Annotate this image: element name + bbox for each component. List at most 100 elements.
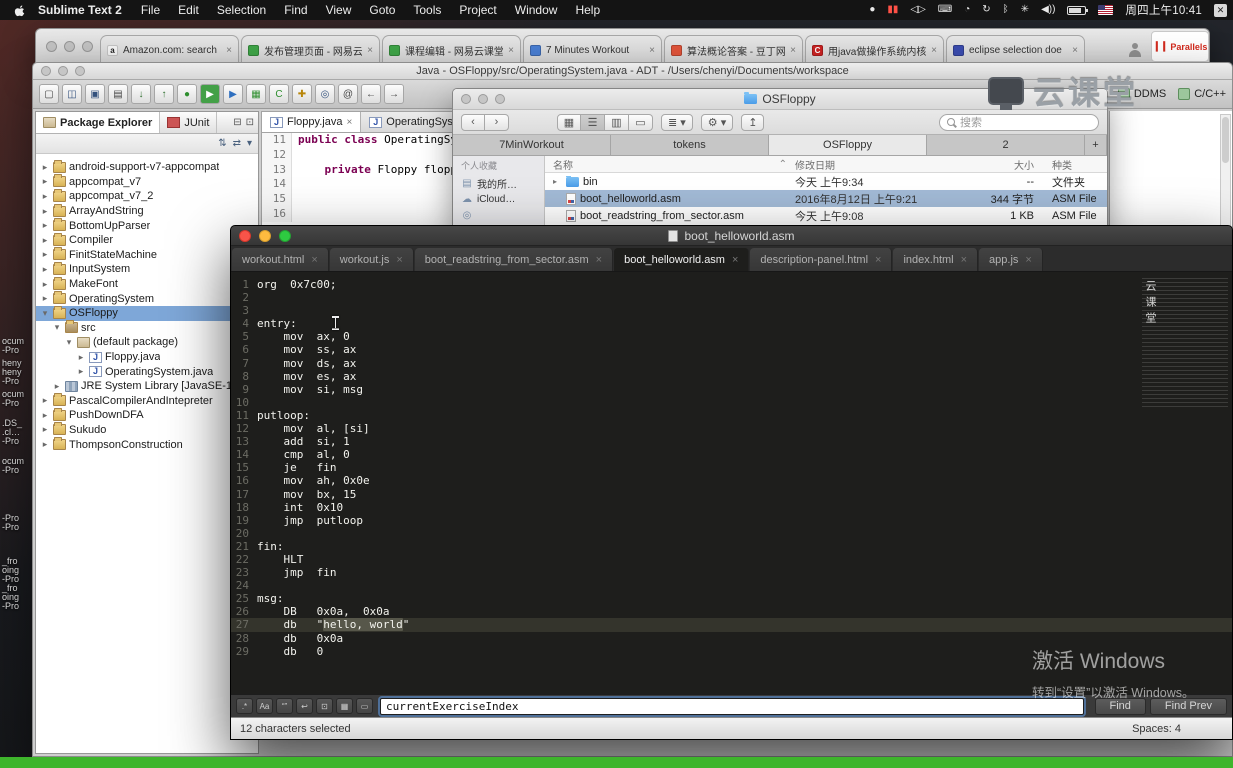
tree-item[interactable]: ▸ appcompat_v7 (36, 174, 258, 190)
menu-view[interactable]: View (317, 0, 361, 20)
tree-item[interactable]: ▸ BottomUpParser (36, 218, 258, 233)
tree-item[interactable]: ▸ ThompsonConstruction (36, 437, 258, 452)
sync-icon[interactable]: ↻ (982, 0, 990, 20)
browser-tab[interactable]: 7 Minutes Workout × (523, 35, 662, 64)
new-wizard-icon[interactable]: ▢ (39, 84, 59, 104)
scrollbar-thumb[interactable] (1222, 117, 1229, 163)
new-package-icon[interactable]: ✚ (292, 84, 312, 104)
battery-icon[interactable] (1067, 5, 1089, 15)
sidebar-item[interactable]: ◎ (461, 207, 544, 223)
editor-tab[interactable]: index.html × (893, 248, 979, 271)
export-icon[interactable]: ↓ (131, 84, 151, 104)
active-app-name[interactable]: Sublime Text 2 (38, 3, 122, 17)
tab-close-icon[interactable]: × (875, 254, 881, 266)
editor-tab[interactable]: Floppy.java× (262, 112, 362, 132)
sidebar-item[interactable]: ☁ iCloud… (461, 191, 544, 207)
tree-item[interactable]: ▾ OSFloppy (36, 305, 258, 321)
tree-item[interactable]: ▸ JRE System Library [JavaSE-1.7] (36, 379, 258, 394)
minimize-button[interactable] (64, 41, 75, 52)
collapse-all-icon[interactable]: ⇅ (218, 138, 226, 149)
tab-close-icon[interactable]: × (311, 254, 317, 266)
close-button[interactable] (41, 66, 51, 76)
file-row[interactable]: boot_readstring_from_sector.asm 今天 上午9:08… (545, 207, 1107, 224)
perspective-cpp[interactable]: C/C++ (1178, 88, 1226, 100)
close-button[interactable] (239, 230, 251, 242)
nav-arrows-icon[interactable]: ◁▷ (910, 0, 925, 20)
zoom-button[interactable] (279, 230, 291, 242)
editor-tab[interactable]: app.js × (979, 248, 1043, 271)
disclosure-icon[interactable]: ▸ (40, 424, 50, 435)
external-tools-icon[interactable]: ▶ (223, 84, 243, 104)
file-row[interactable]: boot_helloworld.asm 2016年8月12日 上午9:21 344 … (545, 190, 1107, 207)
tree-item[interactable]: ▸ Sukudo (36, 422, 258, 438)
finder-tab[interactable]: OSFloppy (769, 135, 927, 155)
browser-window[interactable]: a Amazon.com: search × 发布管理页面 - 网易云 × 课程编辑 - … (35, 28, 1210, 64)
browser-tab[interactable]: C 用java做操作系统内核 × (805, 35, 944, 64)
disclosure-icon[interactable]: ▸ (52, 381, 62, 392)
view-menu-icon[interactable]: ▾ (247, 138, 252, 149)
debug-icon[interactable]: ● (177, 84, 197, 104)
browser-tab[interactable]: eclipse selection doe × (946, 35, 1085, 64)
disclosure-icon[interactable]: ▸ (40, 235, 50, 246)
close-button[interactable] (461, 94, 471, 104)
find-input[interactable] (380, 697, 1084, 715)
tree-item[interactable]: ▸ android-support-v7-appcompat (36, 159, 258, 175)
disclosure-icon[interactable]: ▸ (40, 162, 50, 173)
menu-file[interactable]: File (132, 0, 169, 20)
pause-icon[interactable]: ▮▮ (887, 0, 898, 20)
disclosure-icon[interactable]: ▸ (40, 293, 50, 304)
close-button[interactable] (46, 41, 57, 52)
column-size[interactable]: 大小 (980, 157, 1040, 172)
case-toggle[interactable]: Aa (256, 698, 273, 714)
profile-icon[interactable] (1127, 42, 1143, 58)
minimize-button[interactable] (58, 66, 68, 76)
android-sdk-icon[interactable]: ▦ (246, 84, 266, 104)
disclosure-icon[interactable]: ▾ (64, 337, 74, 348)
tab-junit[interactable]: JUnit (160, 112, 218, 133)
annotation-icon[interactable]: @ (338, 84, 358, 104)
code-editor[interactable]: 1 org 0x7c00; 2 3 4 entry: 5 mov ax, 06 mov ss… (231, 272, 1232, 694)
tab-close-icon[interactable]: × (931, 45, 937, 56)
tree-item[interactable]: ▸ appcompat_v7_2 (36, 188, 258, 204)
apple-menu[interactable] (14, 4, 26, 17)
bluetooth-icon[interactable]: ᛒ (1003, 0, 1009, 20)
disclosure-icon[interactable]: ▸ (76, 366, 86, 377)
input-language-flag-icon[interactable] (1098, 5, 1114, 15)
column-name[interactable]: 名称 ⌃ (545, 157, 795, 172)
search-icon[interactable]: ◎ (315, 84, 335, 104)
tree-item[interactable]: ▸ PascalCompilerAndIntepreter (36, 393, 258, 409)
tab-close-icon[interactable]: × (226, 45, 232, 56)
tab-close-icon[interactable]: × (732, 254, 738, 266)
editor-tab[interactable]: boot_readstring_from_sector.asm × (414, 248, 614, 271)
search-field[interactable]: 搜索 (939, 113, 1099, 131)
tree-item[interactable]: ▸ InputSystem (36, 261, 258, 277)
minimize-button[interactable] (478, 94, 488, 104)
record-icon[interactable]: ● (869, 0, 875, 20)
disclosure-icon[interactable]: ▾ (52, 322, 62, 333)
regex-toggle[interactable]: .* (236, 698, 253, 714)
menu-bar-clock[interactable]: 周四上午10:41 (1125, 2, 1202, 18)
minimize-view-icon[interactable]: ⊟ (233, 117, 241, 128)
file-row[interactable]: ▸ bin 今天 上午9:34 -- 文件夹 (545, 173, 1107, 190)
column-date[interactable]: 修改日期 (795, 157, 980, 172)
save-icon[interactable]: ◫ (62, 84, 82, 104)
tree-item[interactable]: ▸ OperatingSystem (36, 291, 258, 306)
editor-tab[interactable]: workout.html × (232, 248, 329, 271)
tab-close-icon[interactable]: × (649, 45, 655, 56)
disclosure-icon[interactable]: ▸ (40, 439, 50, 450)
tab-close-icon[interactable]: × (367, 45, 373, 56)
new-tab-button[interactable]: + (1085, 135, 1107, 155)
preservecase-toggle[interactable]: ▭ (356, 698, 373, 714)
inselection-toggle[interactable]: ⊡ (316, 698, 333, 714)
list-view-button[interactable]: ☰ (581, 113, 605, 131)
minimize-button[interactable] (259, 230, 271, 242)
tree-item[interactable]: ▸ MakeFont (36, 276, 258, 292)
tree-item[interactable]: ▸ OperatingSystem.java (36, 364, 258, 379)
tab-close-icon[interactable]: × (790, 45, 796, 56)
sidebar-item[interactable]: ▤ 我的所… (461, 175, 544, 191)
menu-find[interactable]: Find (275, 0, 316, 20)
back-icon[interactable]: ← (361, 84, 381, 104)
menu-selection[interactable]: Selection (208, 0, 275, 20)
run-icon[interactable]: ▶ (200, 84, 220, 104)
disclosure-icon[interactable]: ▸ (553, 177, 562, 186)
